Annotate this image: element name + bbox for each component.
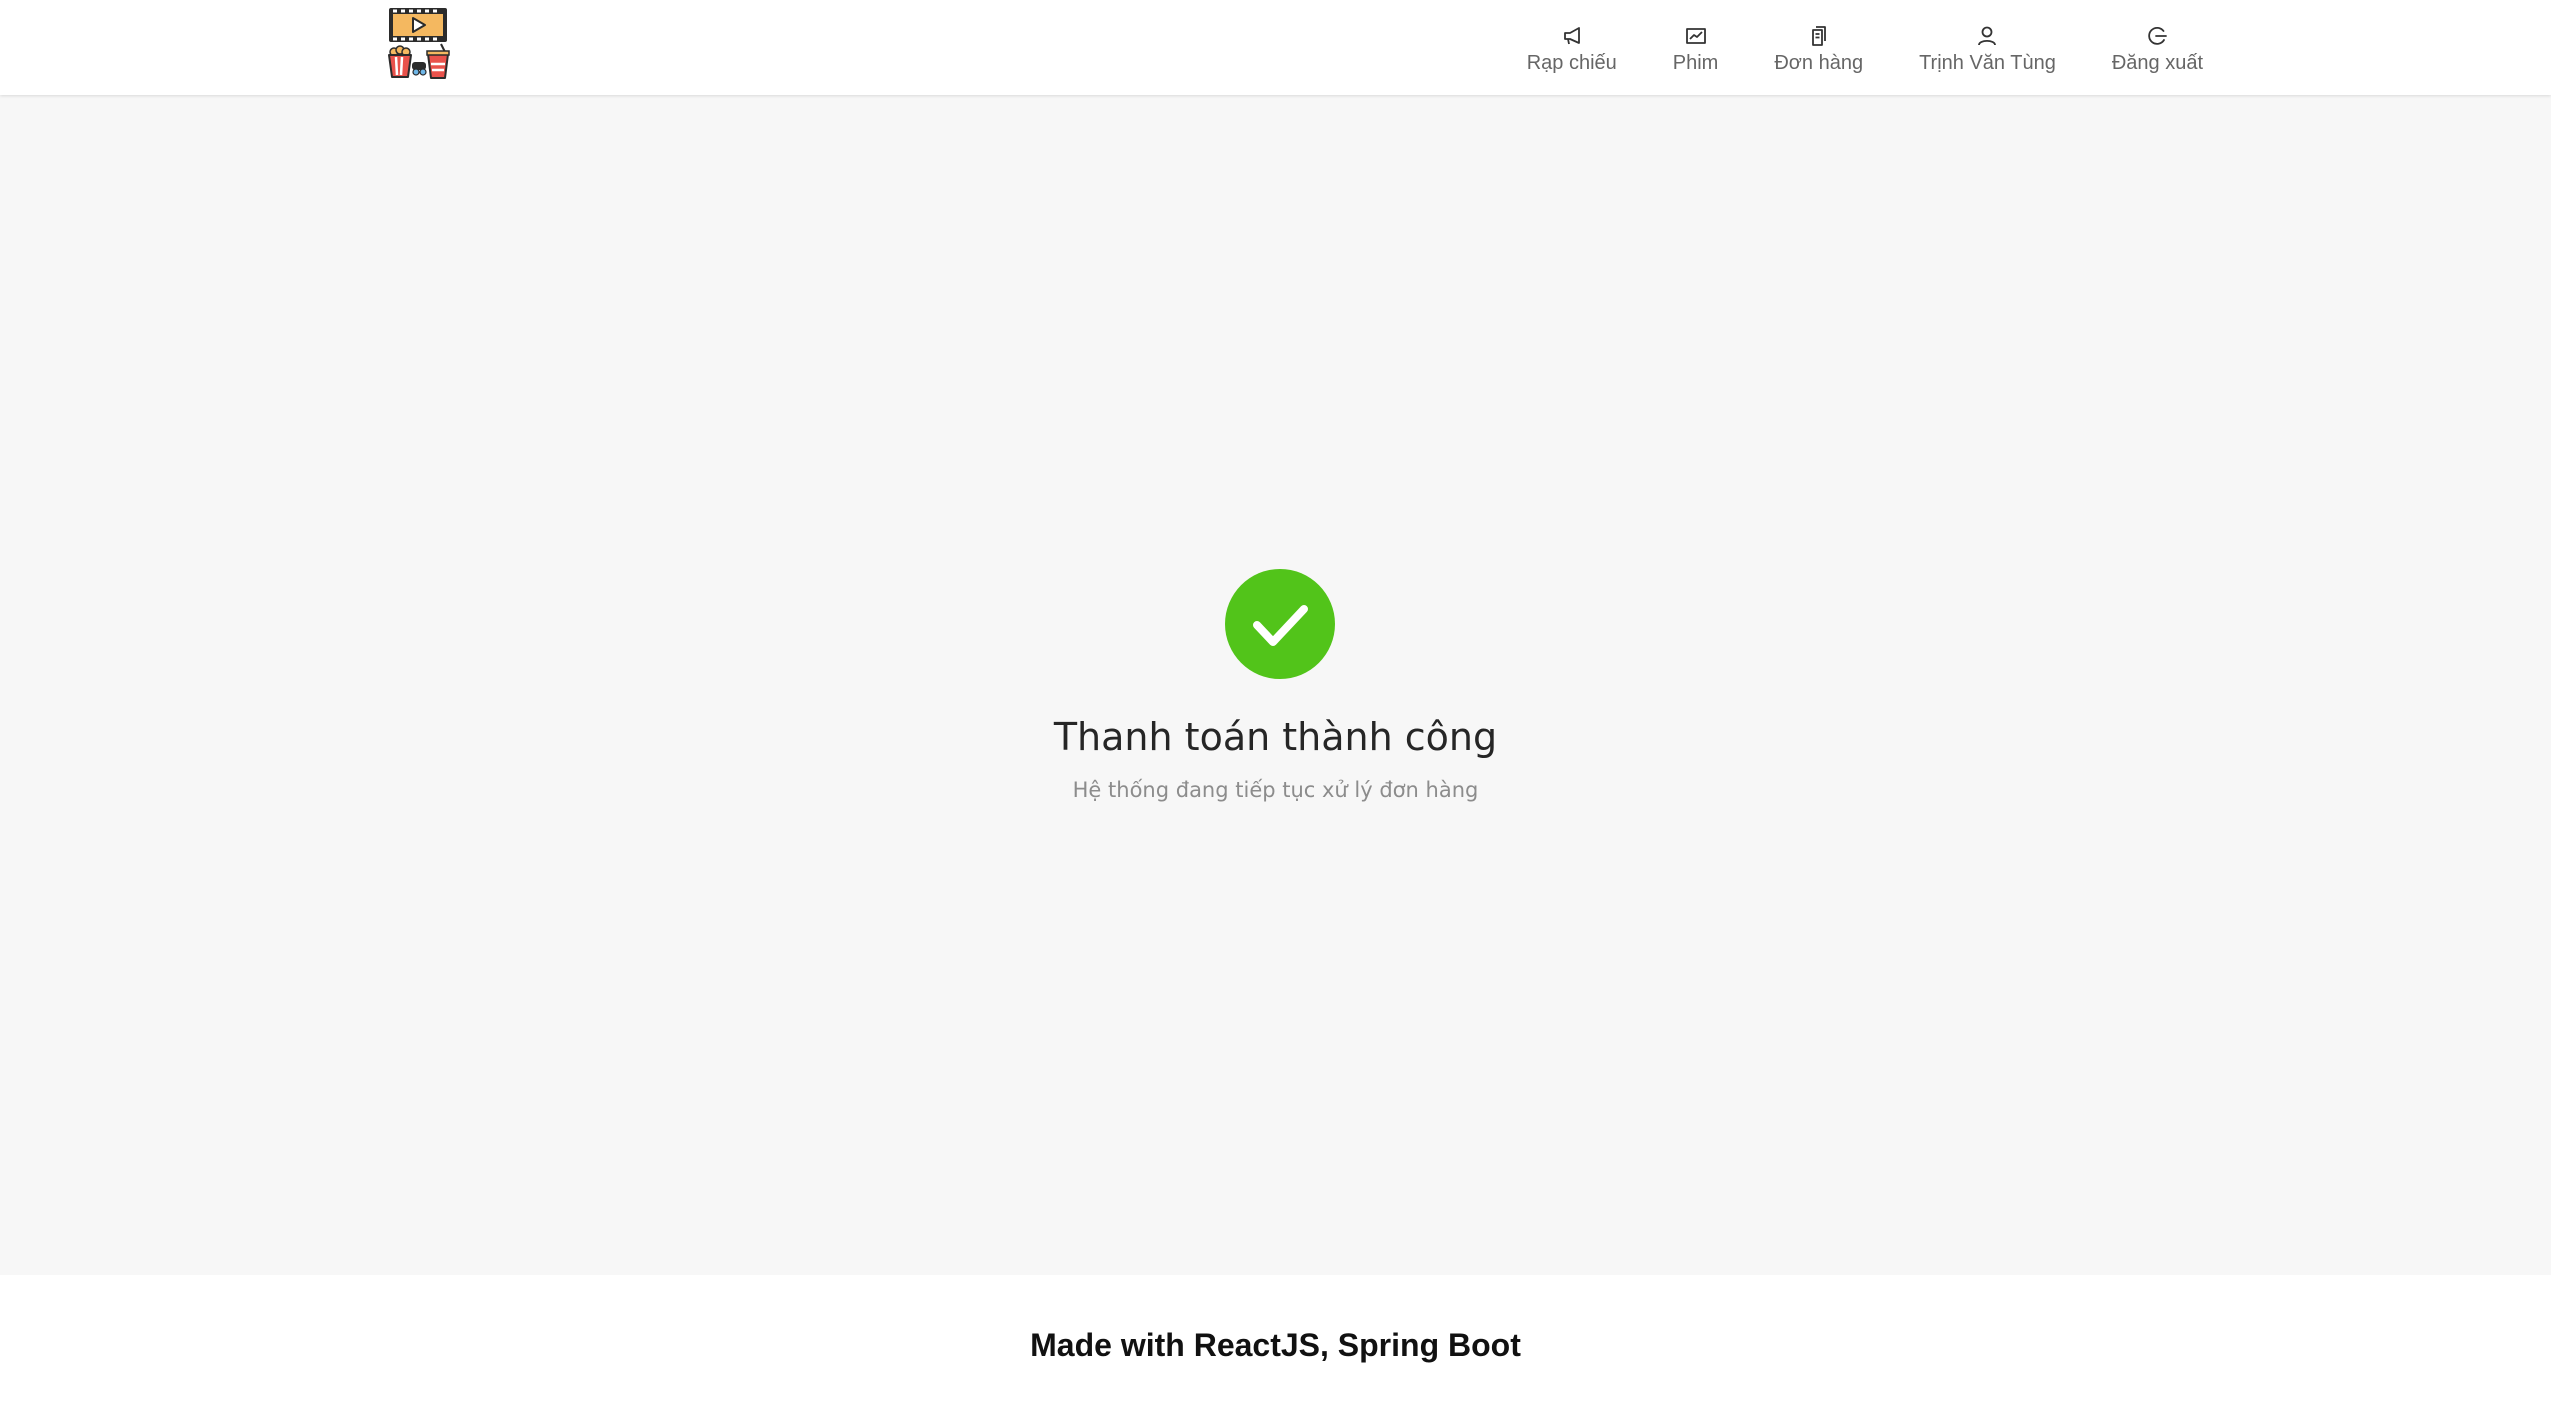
chart-icon: [1684, 24, 1708, 48]
nav-label: Phim: [1672, 52, 1719, 74]
nav-label: Đăng xuất: [2111, 52, 2203, 74]
footer-text: Made with ReactJS, Spring Boot: [1030, 1327, 1521, 1363]
header: Rạp chiếu Phim Đơn hàng Trịnh Văn Tùng Đ…: [0, 0, 2551, 95]
user-icon: [1975, 24, 1999, 48]
logout-icon: [2145, 24, 2169, 48]
check-circle-icon: [1225, 569, 1335, 679]
megaphone-icon: [1560, 24, 1584, 48]
nav-label: Trịnh Văn Tùng: [1919, 52, 2056, 74]
document-icon: [1807, 24, 1831, 48]
cinema-logo-icon[interactable]: [387, 6, 451, 80]
result-subtitle: Hệ thống đang tiếp tục xử lý đơn hàng: [1072, 778, 1479, 802]
nav-item-movies[interactable]: Phim: [1645, 0, 1747, 95]
nav-item-orders[interactable]: Đơn hàng: [1746, 0, 1891, 95]
result-title: Thanh toán thành công: [1053, 715, 1498, 759]
nav-item-logout[interactable]: Đăng xuất: [2084, 0, 2231, 95]
main-nav: Rạp chiếu Phim Đơn hàng Trịnh Văn Tùng Đ…: [1499, 0, 2231, 95]
nav-label: Đơn hàng: [1774, 52, 1864, 74]
nav-item-cinemas[interactable]: Rạp chiếu: [1499, 0, 1645, 95]
nav-item-user-profile[interactable]: Trịnh Văn Tùng: [1891, 0, 2084, 95]
payment-result: Thanh toán thành công Hệ thống đang tiếp…: [0, 95, 2551, 1275]
nav-label: Rạp chiếu: [1526, 52, 1617, 74]
footer: Made with ReactJS, Spring Boot: [0, 1275, 2551, 1411]
